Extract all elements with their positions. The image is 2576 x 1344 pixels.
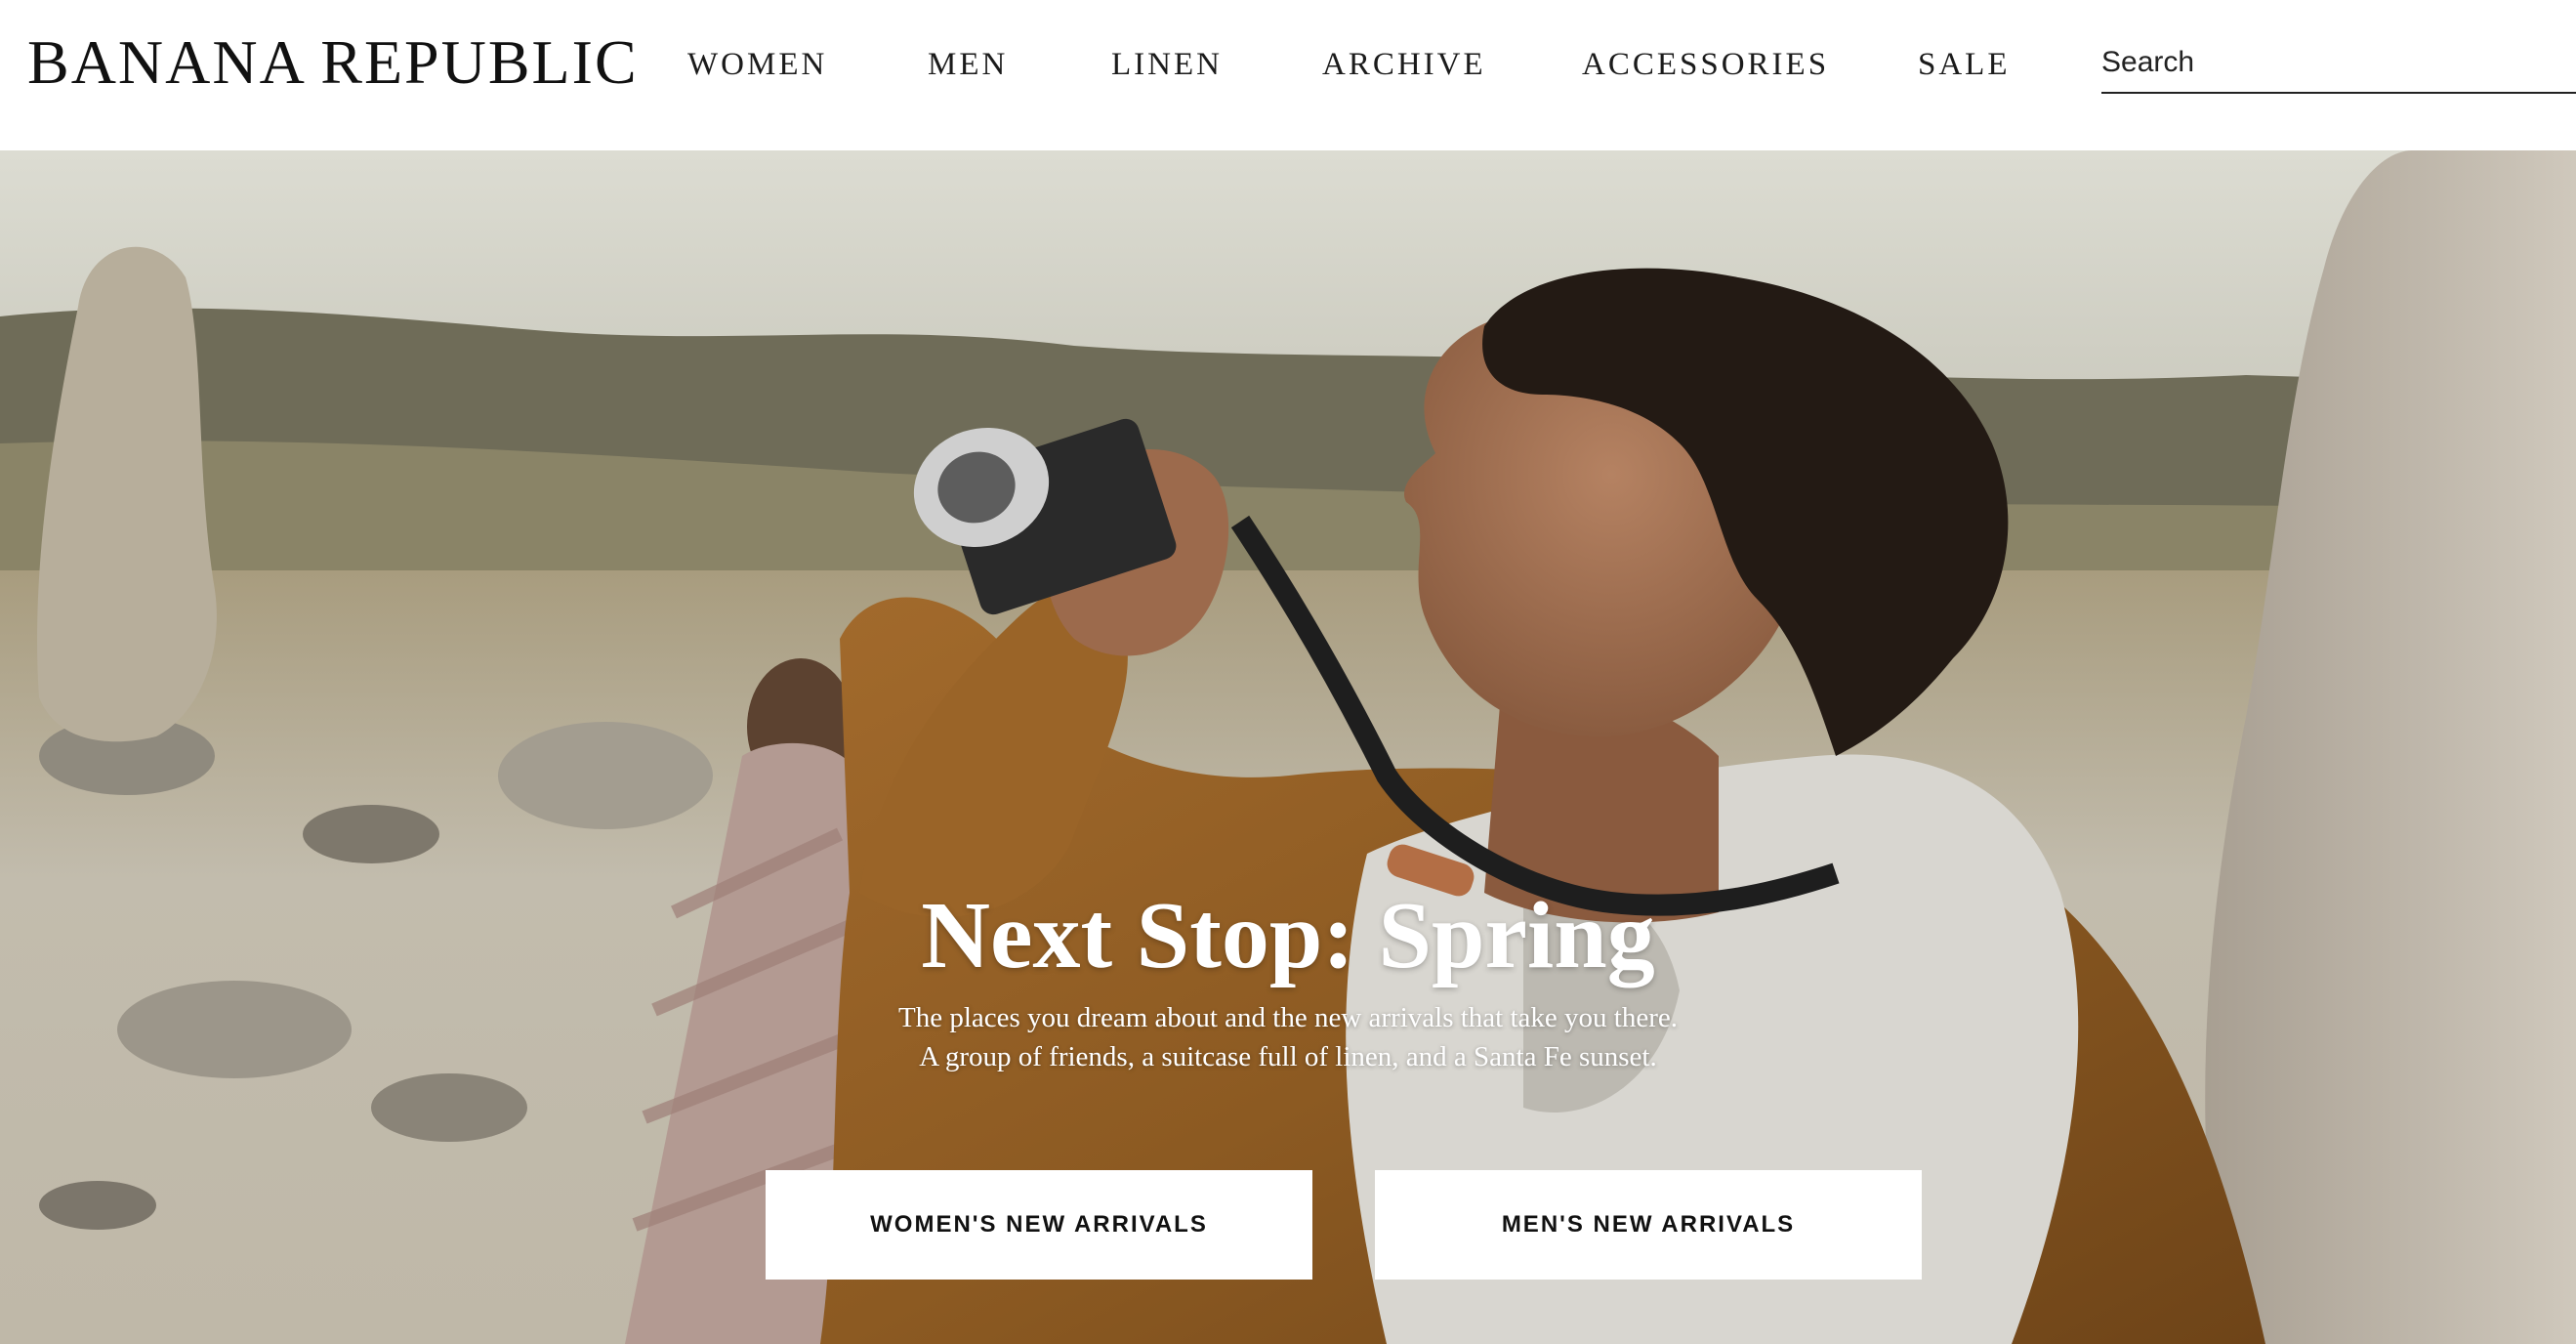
hero-subtitle-line-1: The places you dream about and the new a… bbox=[898, 1002, 1678, 1033]
nav-item-women[interactable]: WOMEN bbox=[687, 43, 827, 86]
hero-image bbox=[0, 150, 2576, 1344]
hero-text-block: Next Stop: Spring The places you dream a… bbox=[0, 879, 2576, 1076]
nav-item-archive[interactable]: ARCHIVE bbox=[1322, 43, 1486, 86]
hero-banner: Next Stop: Spring The places you dream a… bbox=[0, 150, 2576, 1344]
hero-subtitle-line-2: A group of friends, a suitcase full of l… bbox=[919, 1041, 1657, 1072]
hero-title: Next Stop: Spring bbox=[921, 883, 1655, 988]
nav-item-accessories[interactable]: ACCESSORIES bbox=[1582, 43, 1829, 86]
site-header: BANANA REPUBLIC WOMEN MEN LINEN ARCHIVE … bbox=[0, 0, 2576, 150]
nav-item-sale[interactable]: SALE bbox=[1918, 43, 2011, 86]
brand-logo[interactable]: BANANA REPUBLIC bbox=[27, 27, 639, 98]
womens-new-arrivals-button[interactable]: WOMEN'S NEW ARRIVALS bbox=[766, 1170, 1312, 1280]
nav-item-linen[interactable]: LINEN bbox=[1111, 43, 1223, 86]
mens-new-arrivals-button[interactable]: MEN'S NEW ARRIVALS bbox=[1375, 1170, 1922, 1280]
search-input[interactable] bbox=[2101, 39, 2570, 86]
nav-item-men[interactable]: MEN bbox=[928, 43, 1008, 86]
search-box bbox=[2101, 35, 2576, 94]
